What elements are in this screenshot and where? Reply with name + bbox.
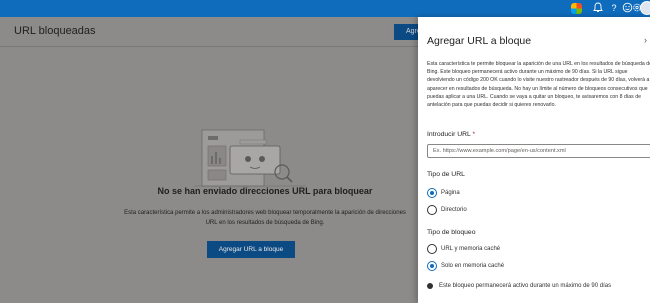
info-text: Este bloqueo permanecerá activo durante … <box>439 283 612 289</box>
close-icon[interactable]: › <box>644 35 647 45</box>
radio-label: Solo en memoria caché <box>441 263 505 269</box>
panel-title: Agregar URL a bloque <box>427 35 532 47</box>
url-label-text: Introducir URL <box>427 131 471 138</box>
radio-label: URL y memoria caché <box>441 246 501 252</box>
empty-state-illustration <box>194 129 306 187</box>
block-type-label: Tipo de bloqueo <box>427 229 476 236</box>
radio-selected-indicator[interactable] <box>427 261 437 271</box>
radio-selected-indicator[interactable] <box>427 188 437 198</box>
radio-url-type-page[interactable]: Página <box>427 188 460 198</box>
radio-url-type-directory[interactable]: Directorio <box>427 205 467 215</box>
info-icon <box>427 283 433 289</box>
radio-indicator[interactable] <box>427 205 437 215</box>
empty-state-description: Esta característica permite a los admini… <box>124 210 406 226</box>
top-bar: ? <box>0 0 650 17</box>
required-mark: * <box>472 131 476 138</box>
page-title: URL bloqueadas <box>14 25 96 37</box>
avatar[interactable] <box>640 1 650 15</box>
notification-icon[interactable] <box>592 2 604 14</box>
url-type-label: Tipo de URL <box>427 171 465 178</box>
radio-block-url-and-cache[interactable]: URL y memoria caché <box>427 244 500 254</box>
url-label: Introducir URL * <box>427 131 475 138</box>
copilot-icon[interactable] <box>571 3 582 14</box>
empty-state-add-button[interactable]: Agregar URL a bloque <box>207 241 295 258</box>
info-row: Este bloqueo permanecerá activo durante … <box>427 283 611 289</box>
radio-block-cache-only[interactable]: Solo en memoria caché <box>427 261 504 271</box>
panel-description: Esta característica te permite bloquear … <box>427 61 650 109</box>
radio-label: Directorio <box>441 207 467 213</box>
radio-label: Página <box>441 190 460 196</box>
feedback-icon[interactable] <box>621 2 633 14</box>
radio-indicator[interactable] <box>427 244 437 254</box>
help-icon[interactable]: ? <box>608 2 620 14</box>
url-input[interactable] <box>427 144 650 158</box>
add-url-block-panel: Agregar URL a bloque › Esta característi… <box>418 17 650 303</box>
